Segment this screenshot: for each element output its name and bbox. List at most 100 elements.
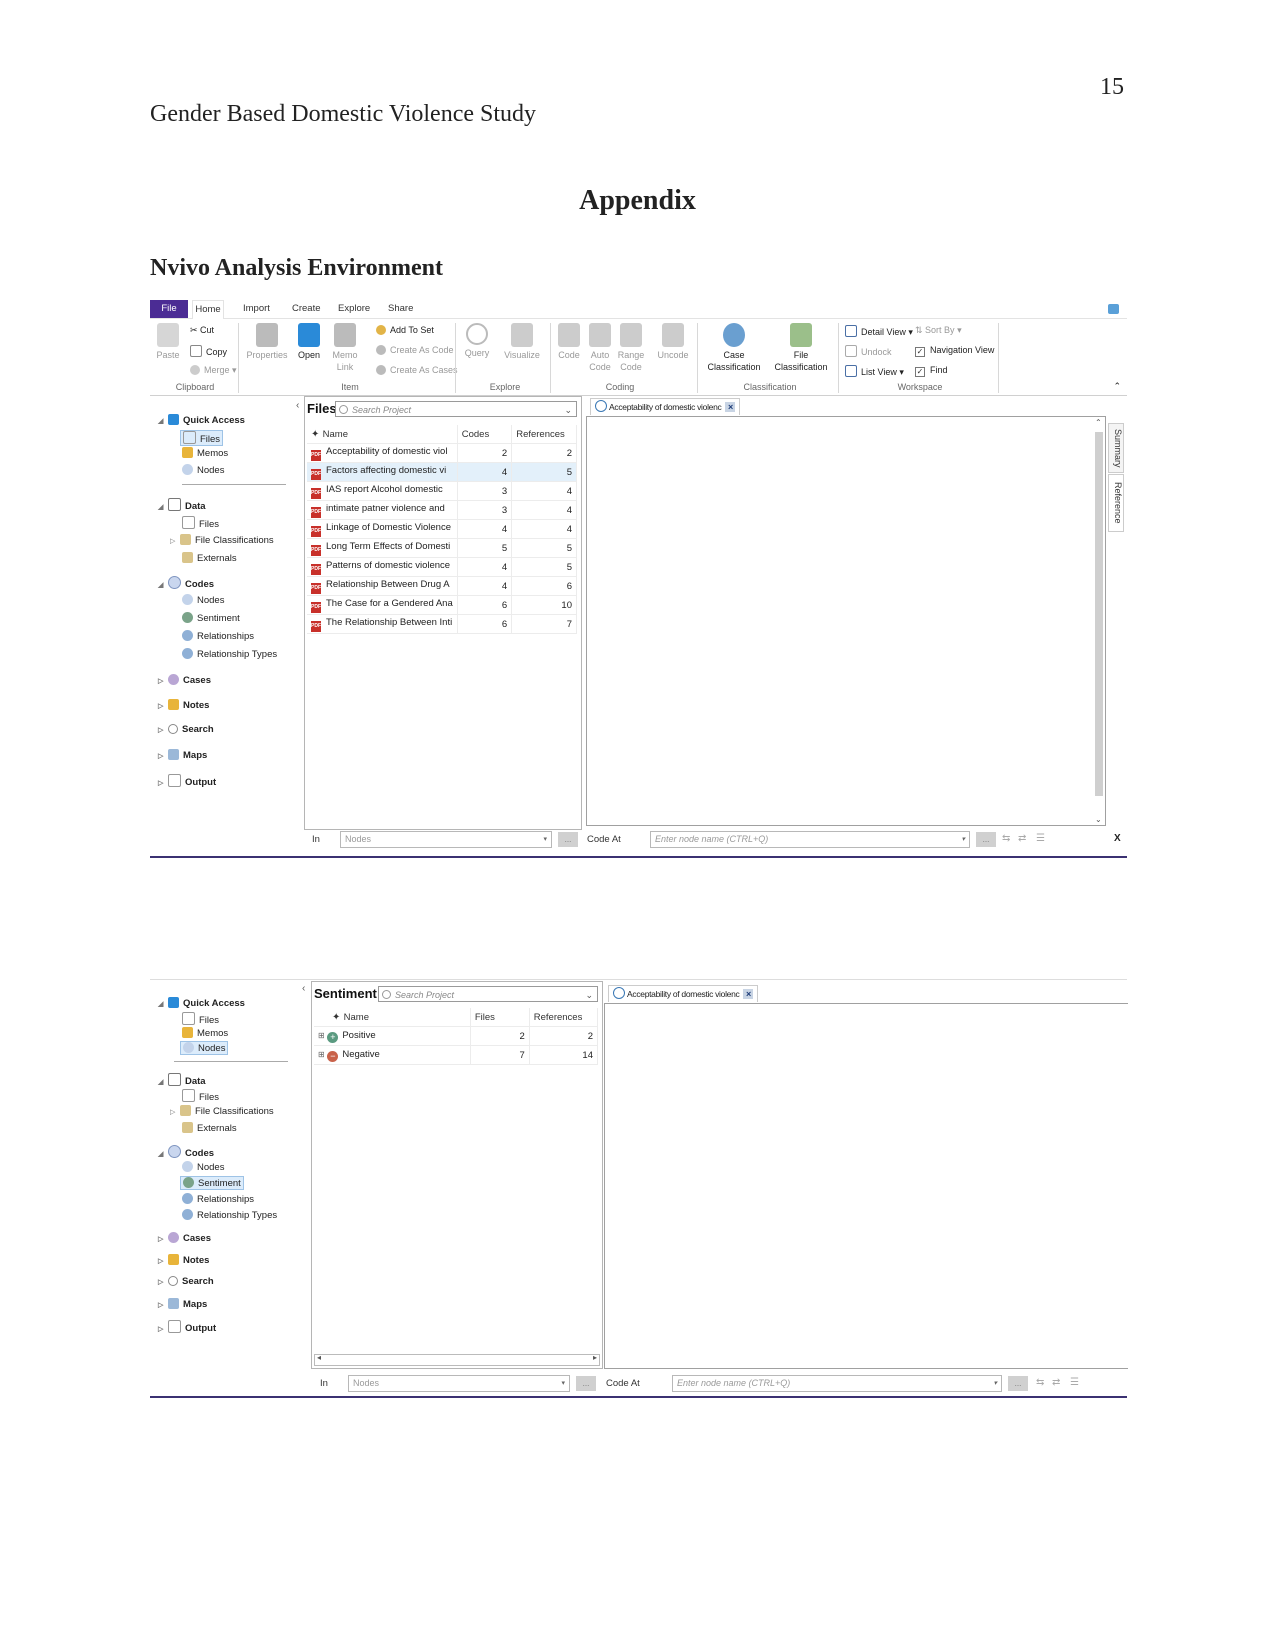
summary-side-tab[interactable]: Summary (1108, 423, 1124, 473)
collapse-nav-icon[interactable]: ‹ (302, 983, 305, 994)
nav-data-files[interactable]: Files (182, 1089, 219, 1103)
add-to-set-button[interactable]: Add To Set (376, 325, 434, 335)
table-row[interactable]: PDF Patterns of domestic violence 4 5 (307, 557, 577, 577)
nav-relationships[interactable]: Relationships (182, 1193, 254, 1205)
find-checkbox[interactable]: ✓ Find (915, 365, 948, 377)
nav-quick-files[interactable]: Files (180, 430, 224, 446)
navigation-view-checkbox[interactable]: ✓ Navigation View (915, 345, 994, 357)
scroll-up-icon[interactable]: ⌃ (1095, 418, 1102, 427)
nav-search[interactable]: ▷ Search (158, 724, 214, 735)
nav-quick-memos[interactable]: Memos (182, 1027, 228, 1039)
auto-code-button[interactable]: Auto Code (587, 323, 613, 373)
uncode-selection-icon[interactable]: ⇄ (1018, 833, 1029, 844)
nav-file-classifications[interactable]: ▷ File Classifications (170, 534, 274, 546)
nav-relationship-types[interactable]: Relationship Types (182, 648, 277, 660)
detail-view-button[interactable]: Detail View ▾ (845, 325, 913, 338)
merge-button[interactable]: Merge ▾ (190, 365, 237, 376)
nav-data[interactable]: ◢ Data (158, 498, 206, 512)
table-row[interactable]: PDF The Relationship Between Inti 6 7 (307, 614, 577, 634)
nav-externals[interactable]: Externals (182, 1122, 237, 1134)
memo-link-button[interactable]: Memo Link (330, 323, 360, 373)
create-as-code-button[interactable]: Create As Code (376, 345, 454, 355)
nav-quick-nodes[interactable]: Nodes (182, 464, 224, 476)
browse-button[interactable]: ... (976, 832, 996, 847)
nav-sentiment[interactable]: Sentiment (180, 1176, 244, 1190)
table-row[interactable]: PDF Factors affecting domestic vi 4 5 (307, 462, 577, 482)
code-selection-icon[interactable]: ⇆ (1036, 1377, 1047, 1388)
scroll-down-icon[interactable]: ⌄ (1095, 815, 1102, 824)
column-references[interactable]: References (529, 1008, 599, 1027)
browse-button[interactable]: ... (576, 1376, 596, 1391)
horizontal-scrollbar[interactable]: ◂ ▸ (314, 1353, 600, 1366)
nav-codes-nodes[interactable]: Nodes (182, 594, 224, 606)
chevron-down-icon[interactable]: ⌄ (564, 402, 572, 418)
visualize-button[interactable]: Visualize (502, 323, 542, 361)
table-row[interactable]: PDF The Case for a Gendered Ana 6 10 (307, 595, 577, 615)
uncode-button[interactable]: Uncode (655, 323, 691, 361)
create-as-cases-button[interactable]: Create As Cases (376, 365, 458, 375)
list-view-button[interactable]: List View ▾ (845, 365, 904, 378)
search-project-input[interactable]: Search Project ⌄ (378, 986, 598, 1002)
paste-button[interactable]: Paste (155, 323, 181, 361)
nav-cases[interactable]: ▷ Cases (158, 674, 211, 686)
close-bar-button[interactable]: X (1114, 833, 1121, 844)
collapse-ribbon-icon[interactable]: ⌃ (1113, 381, 1121, 392)
code-at-input[interactable]: Enter node name (CTRL+Q) ▾ (672, 1375, 1002, 1392)
table-row[interactable]: PDF Relationship Between Drug A46 (307, 576, 577, 596)
tab-explore[interactable]: Explore (338, 300, 370, 318)
table-row[interactable]: PDF Linkage of Domestic Violence 4 4 (307, 519, 577, 539)
close-tab-icon[interactable]: × (743, 989, 754, 999)
nav-externals[interactable]: Externals (182, 552, 237, 564)
reference-side-tab[interactable]: Reference (1108, 474, 1124, 532)
table-row[interactable]: ⊞ − Negative 7 14 (314, 1045, 599, 1065)
chevron-down-icon[interactable]: ⌄ (585, 987, 593, 1003)
case-classification-button[interactable]: Case Classification (703, 323, 765, 373)
vertical-scrollbar[interactable]: ⌃ ⌄ (1094, 418, 1104, 824)
collapse-nav-icon[interactable]: ‹ (296, 400, 299, 411)
properties-button[interactable]: Properties (245, 323, 289, 361)
nav-quick-access[interactable]: ◢ Quick Access (158, 997, 245, 1009)
browse-button[interactable]: ... (1008, 1376, 1028, 1391)
undock-button[interactable]: Undock (845, 345, 892, 357)
code-button[interactable]: Code (556, 323, 582, 361)
browse-button[interactable]: ... (558, 832, 578, 847)
nav-output[interactable]: ▷ Output (158, 774, 216, 788)
column-name[interactable]: ✦ Name (307, 425, 458, 444)
code-selection-icon[interactable]: ⇆ (1002, 833, 1013, 844)
table-row[interactable]: PDF IAS report Alcohol domestic 3 4 (307, 481, 577, 501)
nav-relationships[interactable]: Relationships (182, 630, 254, 642)
table-row[interactable]: PDF intimate patner violence and 3 4 (307, 500, 577, 520)
nav-cases[interactable]: ▷ Cases (158, 1232, 211, 1244)
comment-icon[interactable] (1108, 304, 1119, 314)
table-row[interactable]: ⊞ + Positive 2 2 (314, 1026, 599, 1046)
nav-quick-access[interactable]: ◢ Quick Access (158, 414, 245, 426)
scroll-right-icon[interactable]: ▸ (593, 1353, 597, 1362)
column-name[interactable]: ✦ Name (314, 1008, 471, 1027)
document-tab[interactable]: Acceptability of domestic violenc × (590, 398, 741, 415)
tab-import[interactable]: Import (243, 300, 270, 318)
table-row[interactable]: PDF Long Term Effects of Domesti 5 5 (307, 538, 577, 558)
nav-file-classifications[interactable]: ▷ File Classifications (170, 1105, 274, 1117)
close-tab-icon[interactable]: × (725, 402, 736, 412)
nav-maps[interactable]: ▷ Maps (158, 1298, 207, 1310)
nav-data-files[interactable]: Files (182, 516, 219, 530)
nav-codes-nodes[interactable]: Nodes (182, 1161, 224, 1173)
open-button[interactable]: Open (295, 323, 323, 361)
in-nodes-select[interactable]: Nodes ▾ (340, 831, 552, 848)
sort-by-button[interactable]: ⇅ Sort By ▾ (915, 325, 962, 336)
nav-quick-memos[interactable]: Memos (182, 447, 228, 459)
code-at-input[interactable]: Enter node name (CTRL+Q) ▾ (650, 831, 970, 848)
column-files[interactable]: Files (470, 1008, 530, 1027)
nav-data[interactable]: ◢ Data (158, 1073, 206, 1087)
coding-stripes-icon[interactable]: ☰ (1036, 833, 1047, 844)
tab-file[interactable]: File (150, 300, 188, 318)
expand-icon[interactable]: ⊞ (318, 1031, 325, 1040)
nav-maps[interactable]: ▷ Maps (158, 749, 207, 761)
nav-notes[interactable]: ▷ Notes (158, 699, 209, 711)
uncode-selection-icon[interactable]: ⇄ (1052, 1377, 1063, 1388)
range-code-button[interactable]: Range Code (617, 323, 645, 373)
in-nodes-select[interactable]: Nodes ▾ (348, 1375, 570, 1392)
coding-stripes-icon[interactable]: ☰ (1070, 1377, 1081, 1388)
scroll-thumb[interactable] (1095, 432, 1103, 796)
search-project-input[interactable]: Search Project ⌄ (335, 401, 577, 417)
